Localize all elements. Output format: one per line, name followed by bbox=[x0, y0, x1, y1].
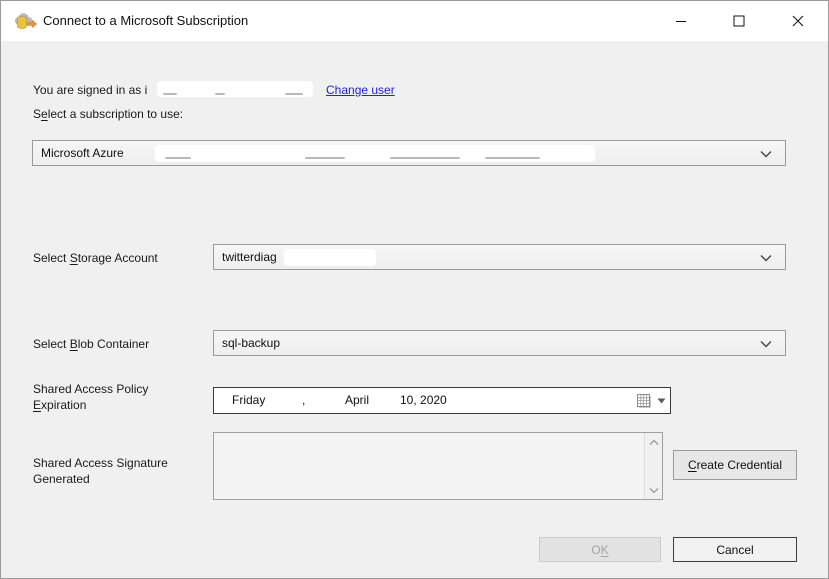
label-text: reate Credential bbox=[697, 458, 782, 472]
signature-label-line2: Generated bbox=[33, 472, 90, 486]
minimize-icon bbox=[675, 15, 687, 27]
redaction-patch-storage bbox=[284, 249, 376, 266]
dropdown-arrow-icon bbox=[657, 398, 666, 404]
label-text: Select bbox=[33, 251, 70, 265]
signed-in-text: You are signed in as i bbox=[33, 83, 147, 97]
database-cloud-backup-icon bbox=[14, 12, 38, 31]
connect-subscription-dialog: Connect to a Microsoft Subscription You … bbox=[0, 0, 829, 579]
redaction-patch-subscription bbox=[155, 145, 595, 162]
expiration-date-picker[interactable]: Friday , April 10, 2020 bbox=[213, 387, 671, 414]
subscription-value: Microsoft Azure bbox=[41, 146, 124, 160]
label-text: S bbox=[33, 107, 41, 121]
label-accelerator: S bbox=[70, 251, 78, 265]
label-accelerator: C bbox=[688, 458, 697, 472]
label-accelerator: B bbox=[70, 337, 78, 351]
blob-container-dropdown[interactable]: sql-backup bbox=[213, 330, 786, 356]
label-text: Select bbox=[33, 337, 70, 351]
create-credential-button[interactable]: Create Credential bbox=[673, 450, 797, 480]
label-text: lob Container bbox=[78, 337, 149, 351]
storage-account-label: Select Storage Account bbox=[33, 251, 158, 265]
label-accelerator: e bbox=[41, 107, 48, 121]
signature-value bbox=[220, 437, 638, 495]
scroll-down-button[interactable] bbox=[645, 481, 663, 499]
chevron-up-icon bbox=[649, 439, 659, 446]
label-text: lect a subscription to use: bbox=[48, 107, 183, 121]
subscription-dropdown[interactable]: Microsoft Azure bbox=[32, 140, 786, 166]
date-weekday[interactable]: Friday bbox=[232, 393, 265, 407]
signature-label-line1: Shared Access Signature bbox=[33, 456, 168, 470]
redaction-patch-username bbox=[157, 81, 313, 97]
window-title: Connect to a Microsoft Subscription bbox=[43, 13, 248, 28]
chevron-down-icon bbox=[759, 252, 773, 264]
policy-expiration-label-line2: Expiration bbox=[33, 398, 86, 412]
minimize-button[interactable] bbox=[658, 1, 704, 41]
label-text: torage Account bbox=[78, 251, 158, 265]
date-separator: , bbox=[302, 393, 305, 407]
chevron-down-icon bbox=[649, 487, 659, 494]
blob-container-value: sql-backup bbox=[222, 336, 280, 350]
title-bar: Connect to a Microsoft Subscription bbox=[1, 1, 828, 41]
cancel-button[interactable]: Cancel bbox=[673, 537, 797, 562]
date-month[interactable]: April bbox=[345, 393, 369, 407]
subscription-label: Select a subscription to use: bbox=[33, 107, 183, 121]
chevron-down-icon bbox=[759, 338, 773, 350]
signature-textarea[interactable] bbox=[213, 432, 663, 500]
label-text: O bbox=[591, 543, 600, 557]
button-label: Create Credential bbox=[688, 458, 782, 472]
label-text: xpiration bbox=[41, 398, 86, 412]
storage-account-dropdown[interactable]: twitterdiag bbox=[213, 244, 786, 270]
label-accelerator: K bbox=[601, 543, 609, 557]
date-day-year[interactable]: 10, 2020 bbox=[400, 393, 447, 407]
calendar-dropdown-button[interactable] bbox=[616, 390, 666, 411]
storage-account-value: twitterdiag bbox=[222, 250, 277, 264]
maximize-button[interactable] bbox=[716, 1, 762, 41]
button-label: OK bbox=[591, 543, 608, 557]
calendar-icon bbox=[636, 393, 653, 409]
close-icon bbox=[792, 15, 804, 27]
scroll-up-button[interactable] bbox=[645, 433, 663, 451]
ok-button[interactable]: OK bbox=[539, 537, 661, 562]
label-accelerator: E bbox=[33, 398, 41, 412]
chevron-down-icon bbox=[759, 148, 773, 160]
signature-scrollbar[interactable] bbox=[644, 433, 662, 499]
close-button[interactable] bbox=[775, 1, 821, 41]
policy-expiration-label-line1: Shared Access Policy bbox=[33, 382, 148, 396]
maximize-icon bbox=[733, 15, 745, 27]
change-user-link[interactable]: Change user bbox=[326, 83, 395, 97]
blob-container-label: Select Blob Container bbox=[33, 337, 149, 351]
button-label: Cancel bbox=[716, 543, 753, 557]
